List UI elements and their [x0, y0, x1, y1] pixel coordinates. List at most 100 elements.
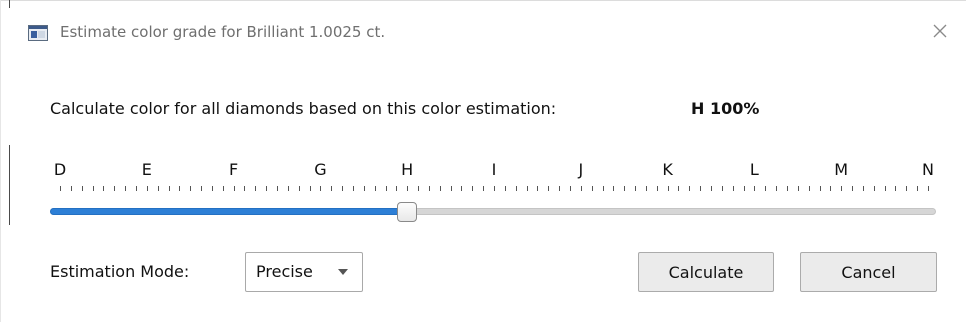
slider-tick — [158, 186, 159, 191]
slider-tick — [581, 186, 582, 191]
slider-tick — [331, 186, 332, 191]
slider-tick — [733, 186, 734, 191]
estimation-mode-label: Estimation Mode: — [50, 262, 190, 281]
close-icon — [932, 23, 948, 43]
slider-tick — [407, 186, 408, 191]
slider-tick — [461, 186, 462, 191]
grade-label-n: N — [922, 160, 934, 179]
slider-tick — [125, 186, 126, 191]
slider-tick — [722, 186, 723, 191]
slider-tick — [603, 186, 604, 191]
slider-tick — [830, 186, 831, 191]
slider-tick — [787, 186, 788, 191]
grade-label-k: K — [662, 160, 673, 179]
grade-label-d: D — [53, 160, 67, 179]
slider-tick — [668, 186, 669, 191]
slider-tick — [744, 186, 745, 191]
slider-tick — [820, 186, 821, 191]
slider-tick — [863, 186, 864, 191]
calculate-button[interactable]: Calculate — [638, 252, 774, 292]
app-window-icon — [28, 25, 48, 41]
slider-tick — [527, 186, 528, 191]
slider-tick — [396, 186, 397, 191]
grade-label-f: F — [228, 160, 239, 179]
slider-tick — [592, 186, 593, 191]
grade-label-h: H — [401, 160, 414, 179]
slider-tick — [440, 186, 441, 191]
slider-tick — [223, 186, 224, 191]
slider-tick — [928, 186, 929, 191]
slider-tick — [700, 186, 701, 191]
slider-tick — [375, 186, 376, 191]
slider-tick — [93, 186, 94, 191]
grade-slider-handle[interactable] — [397, 202, 418, 222]
slider-tick — [342, 186, 343, 191]
window-title: Estimate color grade for Brilliant 1.002… — [60, 23, 386, 41]
grade-label-e: E — [141, 160, 152, 179]
slider-tick — [657, 186, 658, 191]
slider-tick — [288, 186, 289, 191]
grade-scale-labels: D E F G H I J K L M N — [0, 160, 966, 180]
slider-tick — [570, 186, 571, 191]
slider-tick — [451, 186, 452, 191]
slider-tick — [320, 186, 321, 191]
slider-tick — [635, 186, 636, 191]
slider-tick — [136, 186, 137, 191]
slider-tick — [798, 186, 799, 191]
slider-tick — [537, 186, 538, 191]
slider-tick — [646, 186, 647, 191]
slider-tick — [234, 186, 235, 191]
background-edge — [9, 145, 10, 225]
slider-tick — [776, 186, 777, 191]
grade-label-m: M — [834, 160, 849, 179]
slider-tick — [190, 186, 191, 191]
slider-tick — [852, 186, 853, 191]
slider-tick — [103, 186, 104, 191]
slider-tick — [82, 186, 83, 191]
slider-ticks — [0, 186, 966, 196]
window-border-top — [0, 0, 966, 1]
slider-tick — [299, 186, 300, 191]
slider-tick — [255, 186, 256, 191]
slider-tick — [885, 186, 886, 191]
slider-tick — [266, 186, 267, 191]
slider-tick — [711, 186, 712, 191]
slider-tick — [613, 186, 614, 191]
slider-tick — [559, 186, 560, 191]
grade-label-l: L — [749, 160, 759, 179]
slider-tick — [765, 186, 766, 191]
slider-tick — [429, 186, 430, 191]
slider-tick — [906, 186, 907, 191]
cancel-button[interactable]: Cancel — [800, 252, 937, 292]
slider-tick — [505, 186, 506, 191]
slider-tick — [212, 186, 213, 191]
slider-tick — [353, 186, 354, 191]
slider-tick — [244, 186, 245, 191]
slider-tick — [418, 186, 419, 191]
background-edge — [9, 0, 10, 8]
slider-tick — [494, 186, 495, 191]
close-button[interactable] — [924, 17, 956, 49]
slider-tick — [310, 186, 311, 191]
slider-tick — [516, 186, 517, 191]
slider-tick — [71, 186, 72, 191]
slider-tick — [201, 186, 202, 191]
slider-tick — [277, 186, 278, 191]
estimation-mode-select[interactable]: Precise — [245, 252, 363, 292]
estimation-mode-value: Precise — [256, 262, 313, 281]
slider-tick — [483, 186, 484, 191]
slider-tick — [114, 186, 115, 191]
slider-tick — [841, 186, 842, 191]
slider-tick — [169, 186, 170, 191]
title-bar: Estimate color grade for Brilliant 1.002… — [10, 8, 966, 56]
slider-tick — [895, 186, 896, 191]
slider-tick — [179, 186, 180, 191]
chevron-down-icon — [338, 269, 348, 275]
slider-tick — [472, 186, 473, 191]
slider-tick — [754, 186, 755, 191]
slider-tick — [678, 186, 679, 191]
slider-tick — [624, 186, 625, 191]
slider-tick — [809, 186, 810, 191]
slider-tick — [147, 186, 148, 191]
grade-slider-fill — [50, 208, 408, 215]
